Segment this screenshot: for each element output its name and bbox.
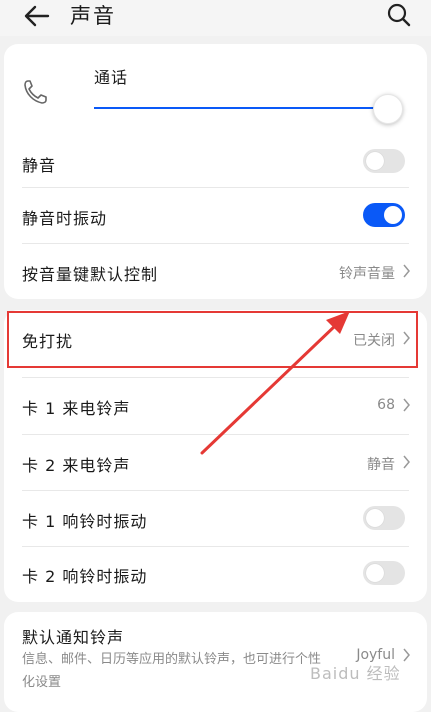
baidu-watermark: Baidu 经验	[310, 664, 401, 683]
call-volume-slider-thumb[interactable]	[373, 94, 403, 124]
mute-vibrate-label: 静音时振动	[22, 209, 108, 228]
chevron-right-icon	[403, 648, 410, 662]
toggle-knob	[366, 509, 384, 527]
toggle-knob	[366, 564, 384, 582]
call-volume-label: 通话	[94, 68, 129, 87]
page-title: 声音	[70, 4, 116, 28]
toggle-knob	[384, 206, 402, 224]
toggle-knob	[366, 152, 384, 170]
sim1-vibrate-toggle[interactable]	[363, 506, 405, 530]
search-icon[interactable]	[386, 2, 412, 28]
sim2-vibrate-label: 卡 2 响铃时振动	[22, 567, 148, 586]
sim1-vibrate-label: 卡 1 响铃时振动	[22, 512, 148, 531]
chevron-right-icon	[403, 264, 410, 278]
notification-tone-label: 默认通知铃声	[22, 628, 125, 647]
chevron-right-icon	[403, 398, 410, 412]
mute-vibrate-row[interactable]: 静音时振动	[4, 188, 427, 243]
volume-key-row[interactable]: 按音量键默认控制 铃声音量	[4, 244, 427, 299]
call-volume-row: 通话	[4, 44, 427, 142]
sim1-vibrate-row[interactable]: 卡 1 响铃时振动	[4, 491, 427, 547]
notification-tone-description: 信息、邮件、日历等应用的默认铃声，也可进行个性化设置	[22, 652, 322, 690]
mute-toggle[interactable]	[363, 149, 405, 173]
top-bar: 声音	[0, 0, 431, 36]
back-arrow-icon[interactable]	[22, 2, 52, 30]
call-volume-slider-track[interactable]	[94, 107, 384, 109]
sim2-vibrate-toggle[interactable]	[363, 561, 405, 585]
mute-label: 静音	[22, 156, 57, 175]
phone-icon	[24, 80, 47, 104]
chevron-right-icon	[403, 455, 410, 469]
sim2-ringtone-label: 卡 2 来电铃声	[22, 456, 131, 475]
sound-settings-card: 通话 静音 静音时振动 按音量键默认控制 铃声音量	[4, 44, 427, 299]
sim1-ringtone-value: 68	[377, 397, 395, 413]
mute-vibrate-toggle[interactable]	[363, 203, 405, 227]
mute-row[interactable]: 静音	[4, 142, 427, 188]
notification-tone-row[interactable]: 默认通知铃声 信息、邮件、日历等应用的默认铃声，也可进行个性化设置 Joyful	[4, 612, 427, 702]
sim2-vibrate-row[interactable]: 卡 2 响铃时振动	[4, 547, 427, 602]
dnd-highlight-box	[7, 311, 418, 368]
sim1-ringtone-label: 卡 1 来电铃声	[22, 399, 131, 418]
volume-key-label: 按音量键默认控制	[22, 265, 159, 284]
sim2-ringtone-value: 静音	[367, 457, 395, 473]
volume-key-value: 铃声音量	[339, 266, 395, 282]
sim1-ringtone-row[interactable]: 卡 1 来电铃声 68	[4, 378, 427, 434]
sim2-ringtone-row[interactable]: 卡 2 来电铃声 静音	[4, 435, 427, 491]
